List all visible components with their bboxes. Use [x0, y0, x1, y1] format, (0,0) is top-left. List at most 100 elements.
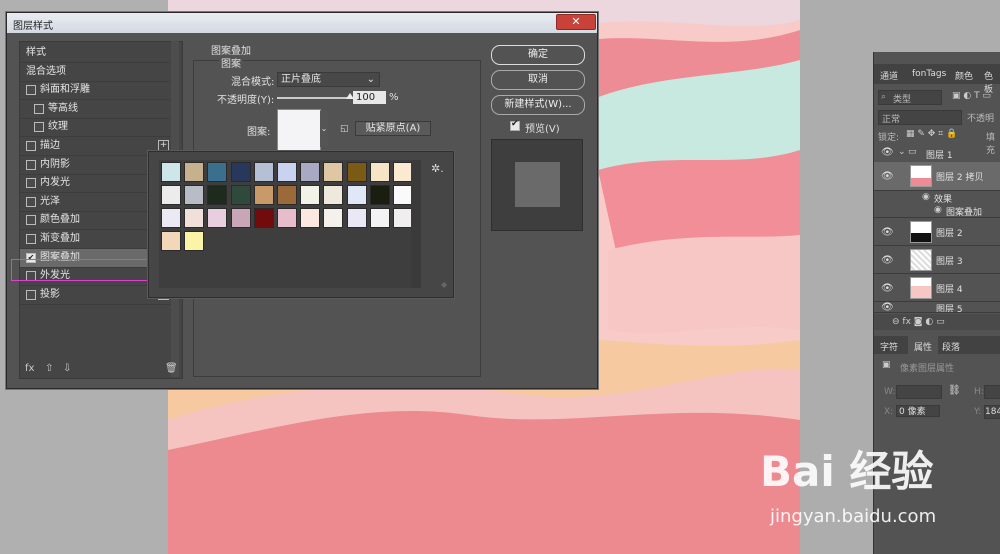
pattern-swatch-option[interactable] — [393, 162, 413, 182]
move-down-icon[interactable]: ⇩ — [63, 363, 71, 374]
pattern-dropdown-arrow[interactable]: ⌄ — [320, 111, 328, 147]
tab-color[interactable]: 颜色 — [955, 69, 973, 82]
pattern-swatch-option[interactable] — [277, 208, 297, 228]
pattern-picker-scrollbar[interactable] — [411, 160, 421, 288]
checkbox[interactable] — [34, 103, 44, 114]
checkbox[interactable] — [34, 122, 44, 133]
layer-row[interactable]: 👁 图层 4 — [874, 274, 1000, 302]
dialog-titlebar[interactable]: 图层样式 ✕ — [7, 13, 597, 33]
pattern-swatch-option[interactable] — [253, 208, 274, 228]
layers-toolbar[interactable]: ⊖ fx ◙ ◐ ▭ — [874, 314, 1000, 330]
style-list-item[interactable]: 等高线 — [20, 100, 170, 119]
pattern-swatch-option[interactable] — [253, 162, 274, 182]
layer-row[interactable]: 👁 图层 3 — [874, 246, 1000, 274]
pattern-swatch-option[interactable] — [300, 208, 321, 228]
checkbox[interactable] — [26, 289, 36, 300]
eye-icon[interactable]: 👁 — [881, 171, 894, 182]
effect-pattern-overlay-row[interactable]: ◉ 图案叠加 — [874, 204, 1000, 218]
tab-properties[interactable]: 属性 — [914, 340, 932, 353]
pattern-swatch-option[interactable] — [300, 185, 321, 205]
new-style-button[interactable]: 新建样式(W)... — [491, 95, 585, 115]
checkbox[interactable] — [26, 159, 36, 170]
pattern-swatch-option[interactable] — [369, 208, 390, 228]
pattern-swatch-option[interactable] — [230, 162, 251, 182]
pattern-swatch-option[interactable] — [207, 185, 228, 205]
pattern-swatch-option[interactable] — [323, 162, 344, 182]
pattern-swatch-option[interactable] — [184, 162, 205, 182]
style-list-item[interactable]: 混合选项 — [20, 63, 170, 82]
pattern-swatch-option[interactable] — [393, 208, 413, 228]
eye-icon[interactable]: 👁 — [881, 147, 894, 158]
checkbox[interactable] — [26, 196, 36, 207]
pattern-swatch-option[interactable] — [300, 162, 321, 182]
move-up-icon[interactable]: ⇧ — [45, 363, 53, 374]
pattern-swatch-option[interactable] — [369, 185, 390, 205]
pattern-swatch-option[interactable] — [230, 208, 251, 228]
checkbox[interactable] — [26, 141, 36, 151]
fx-icon[interactable]: fx — [25, 363, 34, 374]
pattern-swatch-option[interactable] — [184, 231, 205, 251]
pattern-swatch-option[interactable] — [323, 185, 344, 205]
pattern-swatch-option[interactable] — [207, 208, 228, 228]
pattern-swatch-option[interactable] — [161, 162, 181, 182]
blend-mode-select[interactable]: 正常 — [878, 110, 962, 125]
add-icon[interactable]: + — [158, 140, 169, 151]
height-input[interactable] — [984, 385, 1000, 399]
pattern-swatch-option[interactable] — [184, 185, 205, 205]
pattern-swatch-option[interactable] — [277, 162, 297, 182]
layer-row[interactable]: 👁 图层 2 — [874, 218, 1000, 246]
pattern-swatch-option[interactable] — [393, 185, 413, 205]
layer-row-group[interactable]: 👁 ⌄ ▭ 图层 1 — [874, 144, 1000, 163]
snap-to-origin-button[interactable]: 贴紧原点(A) — [355, 121, 431, 136]
new-preset-icon[interactable]: ◱ — [340, 124, 349, 134]
style-list-item[interactable]: 斜面和浮雕 — [20, 81, 170, 101]
pattern-swatch-option[interactable] — [161, 185, 181, 205]
cancel-button[interactable]: 取消 — [491, 70, 585, 90]
resize-grip-icon[interactable]: ◆ — [441, 280, 447, 289]
pattern-swatch-option[interactable] — [346, 208, 367, 228]
close-button[interactable]: ✕ — [556, 14, 596, 30]
chevron-down-icon[interactable]: ⌄ — [898, 147, 906, 157]
pattern-swatch-option[interactable] — [230, 185, 251, 205]
eye-icon[interactable]: ◉ — [922, 192, 930, 202]
opacity-input[interactable]: 100 — [353, 91, 386, 104]
x-input[interactable]: 0 像素 — [896, 405, 940, 417]
checkbox[interactable] — [26, 85, 36, 96]
y-input[interactable]: 184 — [984, 405, 1000, 419]
pattern-swatch-option[interactable] — [346, 162, 367, 182]
tab-paragraph[interactable]: 段落 — [942, 340, 960, 353]
checkbox[interactable] — [26, 234, 36, 244]
filter-icons[interactable]: ▣ ◐ T ▭ — [952, 91, 991, 101]
layer-filter-select[interactable]: ⌕ 类型 — [878, 90, 942, 105]
preview-checkbox[interactable]: ✔ — [510, 119, 520, 131]
pattern-swatch-option[interactable] — [253, 185, 274, 205]
lock-icons[interactable]: ▦ ✎ ✥ ⌗ 🔒 — [906, 129, 957, 139]
layer-row[interactable]: 👁 图层 5 — [874, 302, 1000, 313]
opacity-slider[interactable] — [277, 97, 349, 99]
tab-fontags[interactable]: fonTags — [912, 69, 946, 79]
tab-character[interactable]: 字符 — [880, 340, 898, 353]
pattern-swatch-option[interactable] — [277, 185, 297, 205]
checkbox[interactable] — [26, 215, 36, 226]
pattern-swatch-option[interactable] — [184, 208, 205, 228]
blend-mode-select[interactable]: 正片叠底 ⌄ — [277, 72, 380, 87]
eye-icon[interactable]: ◉ — [934, 205, 942, 215]
trash-icon[interactable]: 🗑 — [165, 363, 178, 374]
pattern-swatch-option[interactable] — [323, 208, 344, 228]
eye-icon[interactable]: 👁 — [881, 283, 894, 294]
pattern-swatch-option[interactable] — [161, 231, 181, 251]
pattern-swatch-option[interactable] — [207, 162, 228, 182]
effects-row[interactable]: ◉ 效果 — [874, 191, 1000, 205]
eye-icon[interactable]: 👁 — [881, 227, 894, 238]
style-list-item[interactable]: 纹理 — [20, 118, 170, 138]
pattern-swatch-option[interactable] — [369, 162, 390, 182]
pattern-swatch[interactable] — [277, 109, 321, 151]
pattern-swatch-option[interactable] — [346, 185, 367, 205]
eye-icon[interactable]: 👁 — [881, 255, 894, 266]
gear-icon[interactable]: ✲. — [431, 162, 444, 175]
width-input[interactable] — [896, 385, 942, 399]
checkbox[interactable] — [26, 178, 36, 189]
ok-button[interactable]: 确定 — [491, 45, 585, 65]
pattern-swatch-option[interactable] — [161, 208, 181, 228]
tab-channels[interactable]: 通道 — [880, 69, 898, 82]
